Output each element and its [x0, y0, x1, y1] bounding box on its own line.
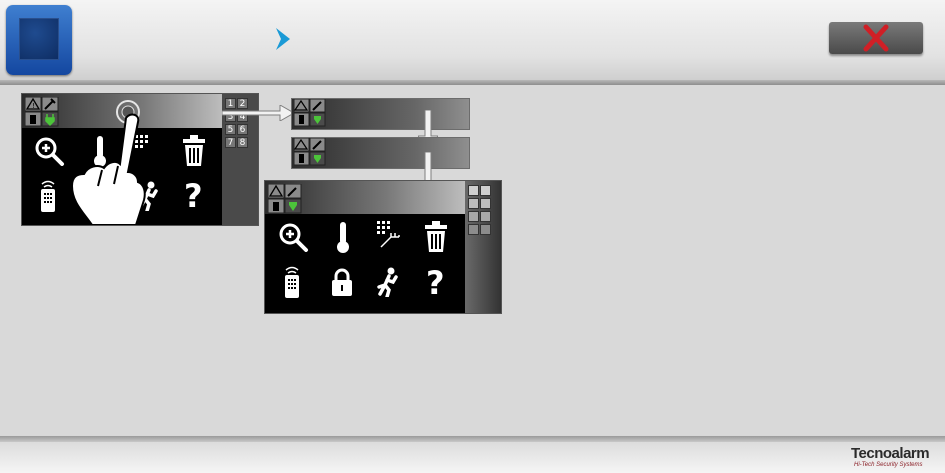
flow-arrow-right — [222, 105, 294, 121]
key-slot — [480, 198, 491, 209]
home-square-icon — [19, 18, 59, 60]
thermometer-icon — [337, 222, 349, 253]
pointing-hand-illustration — [70, 113, 146, 225]
top-bar — [0, 0, 945, 80]
key-slot — [480, 211, 491, 222]
help-icon: ? — [426, 264, 445, 302]
brand-tagline: Hi-Tech Security Systems — [854, 462, 923, 468]
brand-logo: Tecnoalarm Hi-Tech Security Systems — [851, 445, 939, 471]
close-button[interactable] — [829, 22, 923, 54]
key-5[interactable]: 5 — [225, 124, 236, 135]
chevron-right-icon — [276, 28, 290, 50]
svg-text:!: ! — [32, 102, 35, 110]
trash-icon — [183, 135, 205, 166]
key-slot — [480, 224, 491, 235]
key-slot — [480, 185, 491, 196]
key-slot — [468, 224, 479, 235]
home-button[interactable] — [6, 5, 72, 75]
alarm-status-icons — [294, 99, 326, 127]
key-7[interactable]: 7 — [225, 137, 236, 148]
lock-icon — [332, 268, 352, 296]
key-slot — [468, 185, 479, 196]
trash-icon — [425, 221, 447, 252]
zoom-in-icon — [279, 223, 308, 252]
close-x-icon — [863, 24, 889, 52]
key-6[interactable]: 6 — [237, 124, 248, 135]
key-slot — [468, 211, 479, 222]
key-slot — [468, 198, 479, 209]
brand-name: Tecnoalarm — [851, 445, 930, 462]
remote-control-icon — [41, 180, 55, 212]
keypad-grid-empty — [465, 181, 501, 313]
alarm-status-icons: ! — [25, 97, 59, 127]
help-icon: ? — [184, 177, 203, 215]
keypad-icon — [377, 221, 400, 248]
remote-control-icon — [285, 266, 299, 298]
keypad-screen-result: ? — [264, 180, 502, 314]
key-8[interactable]: 8 — [237, 137, 248, 148]
zoom-in-icon — [35, 137, 64, 166]
alarm-status-icons — [294, 138, 326, 166]
running-man-icon — [377, 267, 398, 297]
bottom-bar — [0, 442, 945, 473]
alarm-status-icons — [268, 184, 302, 214]
help-diagram-area: ! 1 2 3 4 5 6 7 8 ? ? — [0, 85, 945, 435]
